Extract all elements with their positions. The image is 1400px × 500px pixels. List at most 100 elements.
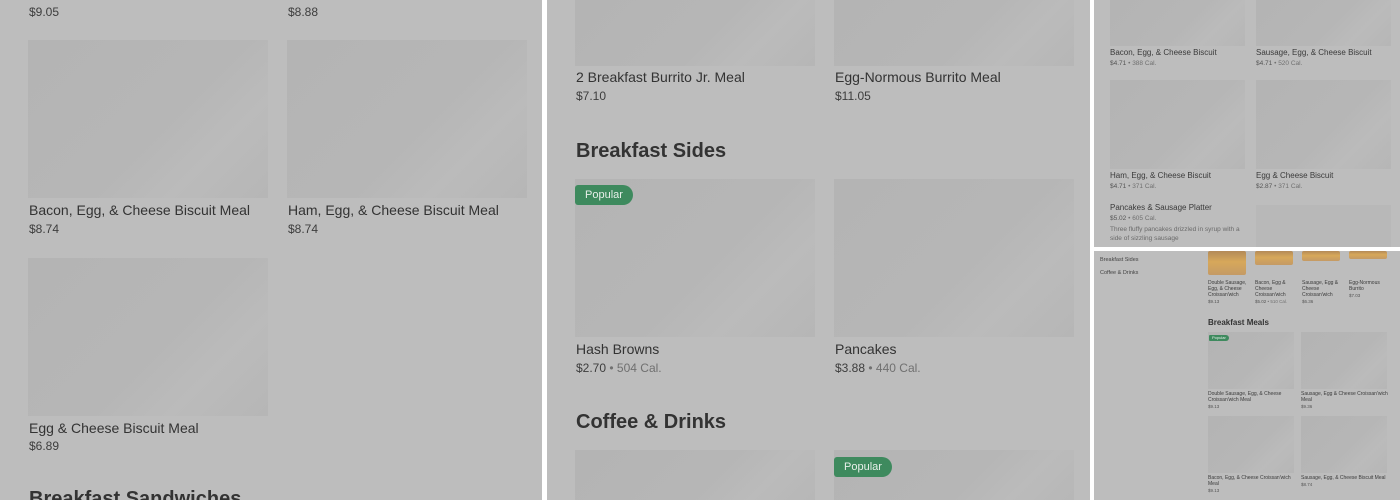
item-calories: 510 Cal. [1270,299,1288,304]
item-price: $2.70 [576,361,607,375]
item-image[interactable] [1256,80,1391,169]
separator-dot: • [1274,60,1277,67]
popular-badge: Popular [834,457,892,477]
nav-link-coffee-drinks[interactable]: Coffee & Drinks [1100,270,1138,276]
item-price-line: $2.87 • 371 Cal. [1256,183,1302,190]
item-image[interactable] [1349,251,1387,259]
item-price-line: $4.71 • 388 Cal. [1110,60,1156,67]
separator-dot: • [1267,299,1270,304]
item-image[interactable] [1301,416,1387,473]
item-image[interactable] [1110,0,1245,46]
item-name[interactable]: Sausage, Egg & Cheese Croissan'wich [1302,280,1342,298]
separator-dot: • [1128,60,1131,67]
item-price: $9.13 [1208,488,1220,493]
item-price: $9.13 [1208,404,1220,409]
nav-link-breakfast-sides[interactable]: Breakfast Sides [1100,257,1139,263]
item-price: $6.36 [1302,299,1314,304]
item-image[interactable] [834,0,1074,66]
item-image[interactable] [834,179,1074,337]
item-price: $9.05 [29,5,60,19]
menu-item-card[interactable] [28,40,268,198]
item-name[interactable]: Bacon, Egg, & Cheese Biscuit Meal [29,202,250,218]
item-name[interactable]: Sausage, Egg, & Cheese Biscuit [1256,48,1372,57]
item-price: $8.74 [288,222,319,236]
item-image[interactable] [1256,205,1391,247]
menu-panel-biscuit-meals: $9.05 $8.88 Bacon, Egg, & Cheese Biscuit… [0,0,542,500]
item-price: $4.71 [1110,60,1127,67]
menu-panel-biscuits: Bacon, Egg, & Cheese Biscuit $4.71 • 388… [1094,0,1400,247]
item-name[interactable]: Double Sausage, Egg, & Cheese Croissan'w… [1208,391,1296,403]
separator-dot: • [609,361,614,375]
item-price-line: $4.71 • 520 Cal. [1256,60,1302,67]
separator-dot: • [868,361,873,375]
item-image[interactable] [28,258,268,416]
item-price: $8.88 [288,5,319,19]
menu-panel-sides-drinks: 2 Breakfast Burrito Jr. Meal $7.10 Egg-N… [547,0,1090,500]
item-name[interactable]: Bacon, Egg & Cheese Croissan'wich [1255,280,1295,298]
item-price: $4.71 [1110,183,1127,190]
item-image[interactable] [1110,80,1245,169]
popular-badge: Popular [575,185,633,205]
item-name[interactable]: 2 Breakfast Burrito Jr. Meal [576,69,745,85]
item-price: $7.03 [1349,293,1361,298]
item-price: $9.36 [1301,404,1313,409]
item-image[interactable] [1208,251,1246,275]
item-image[interactable] [28,40,268,198]
item-image[interactable] [1302,251,1340,261]
separator-dot: • [1128,215,1131,222]
item-name[interactable]: Egg-Normous Burrito Meal [835,69,1001,85]
item-calories: 504 Cal. [616,361,662,375]
popular-badge: Popular [1209,335,1229,341]
item-price: $4.71 [1256,60,1273,67]
item-price: $3.88 [835,361,866,375]
item-price: $8.74 [1301,482,1313,487]
item-calories: 440 Cal. [875,361,921,375]
item-name[interactable]: Ham, Egg, & Cheese Biscuit Meal [288,202,499,218]
item-price: $5.02 [1110,215,1127,222]
item-name[interactable]: Sausage, Egg, & Cheese Biscuit Meal [1301,475,1391,481]
menu-item-card[interactable] [28,258,268,416]
item-calories: 388 Cal. [1132,60,1157,67]
item-image[interactable] [1208,416,1294,473]
section-heading: Breakfast Sides [576,140,727,162]
item-calories: 371 Cal. [1278,183,1303,190]
item-name[interactable]: Hash Browns [576,341,659,357]
menu-panel-overview: Breakfast Sides Coffee & Drinks Double S… [1094,251,1400,500]
item-price: $7.10 [576,89,607,103]
item-name[interactable]: Bacon, Egg, & Cheese Croissan'wich Meal [1208,475,1296,487]
item-name[interactable]: Egg & Cheese Biscuit Meal [29,420,199,436]
item-image[interactable] [287,40,527,198]
section-heading: Breakfast Sandwiches [29,488,242,500]
item-calories: 605 Cal. [1132,215,1157,222]
separator-dot: • [1274,183,1277,190]
item-price: $11.05 [835,89,871,103]
item-price-line: $2.70 • 504 Cal. [576,361,662,375]
item-price: $8.74 [29,222,60,236]
item-name[interactable]: Bacon, Egg, & Cheese Biscuit [1110,48,1217,57]
item-image[interactable] [1301,332,1387,389]
item-name[interactable]: Egg-Normous Burrito [1349,280,1385,292]
item-name[interactable]: Egg & Cheese Biscuit [1256,171,1333,180]
item-calories: 371 Cal. [1132,183,1157,190]
item-image[interactable] [1255,251,1293,265]
item-price: $2.87 [1256,183,1273,190]
item-image[interactable] [575,450,815,500]
item-name[interactable]: Double Sausage, Egg, & Cheese Croissan'w… [1208,280,1252,298]
section-heading: Breakfast Meals [1208,318,1269,327]
item-price: $5.02 [1255,299,1267,304]
item-image[interactable] [1256,0,1391,46]
item-calories: 520 Cal. [1278,60,1303,67]
item-price: $9.13 [1208,299,1220,304]
item-name[interactable]: Ham, Egg, & Cheese Biscuit [1110,171,1211,180]
separator-dot: • [1128,183,1131,190]
section-heading: Coffee & Drinks [576,411,727,433]
item-name[interactable]: Sausage, Egg & Cheese Croissan'wich Meal [1301,391,1389,403]
item-image[interactable] [575,0,815,66]
item-price-line: $3.88 • 440 Cal. [835,361,921,375]
menu-item-card[interactable] [287,40,527,198]
item-name[interactable]: Pancakes [835,341,896,357]
item-price: $6.89 [29,439,60,453]
item-description: Three fluffy pancakes drizzled in syrup … [1110,226,1240,242]
item-name[interactable]: Pancakes & Sausage Platter [1110,203,1212,212]
item-price-line: $5.02 • 605 Cal. [1110,215,1156,222]
